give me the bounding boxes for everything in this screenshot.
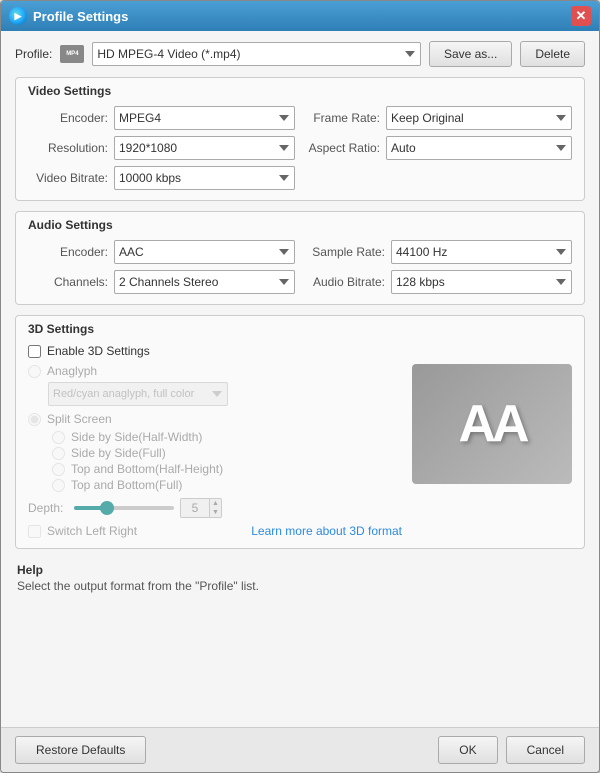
- profile-file-icon: MP4: [60, 45, 84, 63]
- help-section: Help Select the output format from the "…: [15, 559, 585, 597]
- resolution-label: Resolution:: [28, 141, 108, 155]
- anaglyph-row: Anaglyph: [28, 364, 402, 378]
- audio-settings-title: Audio Settings: [28, 218, 572, 232]
- 3d-settings-section: 3D Settings Enable 3D Settings Anaglyph …: [15, 315, 585, 549]
- close-button[interactable]: ✕: [571, 6, 591, 26]
- channels-label: Channels:: [28, 275, 108, 289]
- aspect-ratio-row: Aspect Ratio: Auto 16:9 4:3 1:1: [305, 136, 572, 160]
- switch-row: Switch Left Right Learn more about 3D fo…: [28, 524, 402, 538]
- switch-left-right-checkbox[interactable]: [28, 525, 41, 538]
- ok-button[interactable]: OK: [438, 736, 497, 764]
- window-icon: ▶: [9, 7, 27, 25]
- window-title: Profile Settings: [33, 9, 571, 24]
- frame-rate-label: Frame Rate:: [305, 111, 380, 125]
- frame-rate-row: Frame Rate: Keep Original 23.976 24 25 2…: [305, 106, 572, 130]
- encoder-select[interactable]: MPEG4 H.264 H.265: [114, 106, 295, 130]
- aspect-ratio-label: Aspect Ratio:: [305, 141, 380, 155]
- enable-3d-row: Enable 3D Settings: [28, 344, 572, 358]
- audio-encoder-select[interactable]: AAC MP3 AC3: [114, 240, 295, 264]
- profile-select[interactable]: HD MPEG-4 Video (*.mp4) SD MPEG-4 Video …: [92, 42, 421, 66]
- depth-down-button[interactable]: ▼: [210, 508, 221, 517]
- encoder-label: Encoder:: [28, 111, 108, 125]
- sample-rate-label: Sample Rate:: [305, 245, 385, 259]
- aspect-ratio-select[interactable]: Auto 16:9 4:3 1:1: [386, 136, 572, 160]
- switch-left-right-label[interactable]: Switch Left Right: [47, 524, 137, 538]
- depth-up-button[interactable]: ▲: [210, 499, 221, 508]
- top-bottom-half-row: Top and Bottom(Half-Height): [52, 462, 402, 476]
- side-by-side-half-radio[interactable]: [52, 431, 65, 444]
- 3d-settings-title: 3D Settings: [28, 322, 572, 336]
- depth-label: Depth:: [28, 501, 68, 515]
- channels-row: Channels: 2 Channels Stereo 1 Channel Mo…: [28, 270, 295, 294]
- channels-select[interactable]: 2 Channels Stereo 1 Channel Mono 5.1 Cha…: [114, 270, 295, 294]
- audio-bitrate-label: Audio Bitrate:: [305, 275, 385, 289]
- footer-right: OK Cancel: [438, 736, 585, 764]
- anaglyph-label[interactable]: Anaglyph: [47, 364, 97, 378]
- learn-more-link[interactable]: Learn more about 3D format: [143, 524, 402, 538]
- content-area: Profile: MP4 HD MPEG-4 Video (*.mp4) SD …: [1, 31, 599, 727]
- video-settings-grid: Encoder: MPEG4 H.264 H.265 Frame Rate: K…: [28, 106, 572, 190]
- profile-label: Profile:: [15, 47, 52, 61]
- video-bitrate-label: Video Bitrate:: [28, 171, 108, 185]
- top-bottom-full-row: Top and Bottom(Full): [52, 478, 402, 492]
- split-screen-row: Split Screen: [28, 412, 402, 426]
- depth-value: 5: [181, 500, 209, 516]
- resolution-select[interactable]: 1920*1080 1280*720 854*480 640*360: [114, 136, 295, 160]
- audio-settings-grid: Encoder: AAC MP3 AC3 Sample Rate: 44100 …: [28, 240, 572, 294]
- anaglyph-radio[interactable]: [28, 365, 41, 378]
- 3d-preview-box: AA: [412, 364, 572, 484]
- depth-spinner[interactable]: ▲ ▼: [209, 499, 221, 517]
- help-title: Help: [17, 563, 583, 577]
- enable-3d-label[interactable]: Enable 3D Settings: [47, 344, 150, 358]
- audio-encoder-row: Encoder: AAC MP3 AC3: [28, 240, 295, 264]
- enable-3d-checkbox[interactable]: [28, 345, 41, 358]
- resolution-row: Resolution: 1920*1080 1280*720 854*480 6…: [28, 136, 295, 160]
- video-settings-title: Video Settings: [28, 84, 572, 98]
- preview-text: AA: [458, 394, 525, 454]
- save-as-button[interactable]: Save as...: [429, 41, 512, 67]
- 3d-controls: Anaglyph Red/cyan anaglyph, full color S…: [28, 364, 402, 538]
- footer: Restore Defaults OK Cancel: [1, 727, 599, 772]
- profile-row: Profile: MP4 HD MPEG-4 Video (*.mp4) SD …: [15, 41, 585, 67]
- video-settings-section: Video Settings Encoder: MPEG4 H.264 H.26…: [15, 77, 585, 201]
- side-by-side-full-row: Side by Side(Full): [52, 446, 402, 460]
- side-by-side-half-row: Side by Side(Half-Width): [52, 430, 402, 444]
- split-screen-label[interactable]: Split Screen: [47, 412, 112, 426]
- profile-settings-window: ▶ Profile Settings ✕ Profile: MP4 HD MPE…: [0, 0, 600, 773]
- top-bottom-half-radio[interactable]: [52, 463, 65, 476]
- title-bar: ▶ Profile Settings ✕: [1, 1, 599, 31]
- footer-left: Restore Defaults: [15, 736, 438, 764]
- video-bitrate-select[interactable]: 10000 kbps 8000 kbps 6000 kbps 4000 kbps: [114, 166, 295, 190]
- help-text: Select the output format from the "Profi…: [17, 579, 583, 593]
- audio-settings-section: Audio Settings Encoder: AAC MP3 AC3 Samp…: [15, 211, 585, 305]
- frame-rate-select[interactable]: Keep Original 23.976 24 25 29.97 30: [386, 106, 572, 130]
- side-by-side-full-radio[interactable]: [52, 447, 65, 460]
- top-bottom-full-radio[interactable]: [52, 479, 65, 492]
- depth-slider[interactable]: [74, 506, 174, 510]
- anaglyph-select[interactable]: Red/cyan anaglyph, full color: [48, 382, 228, 406]
- depth-row: Depth: 5 ▲ ▼: [28, 498, 402, 518]
- restore-defaults-button[interactable]: Restore Defaults: [15, 736, 146, 764]
- audio-bitrate-row: Audio Bitrate: 128 kbps 192 kbps 256 kbp…: [305, 270, 572, 294]
- depth-value-box: 5 ▲ ▼: [180, 498, 222, 518]
- encoder-row: Encoder: MPEG4 H.264 H.265: [28, 106, 295, 130]
- sample-rate-row: Sample Rate: 44100 Hz 22050 Hz 11025 Hz: [305, 240, 572, 264]
- sample-rate-select[interactable]: 44100 Hz 22050 Hz 11025 Hz: [391, 240, 572, 264]
- split-screen-suboptions: Side by Side(Half-Width) Side by Side(Fu…: [52, 430, 402, 492]
- split-screen-radio[interactable]: [28, 413, 41, 426]
- video-bitrate-row: Video Bitrate: 10000 kbps 8000 kbps 6000…: [28, 166, 295, 190]
- audio-encoder-label: Encoder:: [28, 245, 108, 259]
- audio-bitrate-select[interactable]: 128 kbps 192 kbps 256 kbps 320 kbps: [391, 270, 572, 294]
- delete-button[interactable]: Delete: [520, 41, 585, 67]
- 3d-body: Anaglyph Red/cyan anaglyph, full color S…: [28, 364, 572, 538]
- cancel-button[interactable]: Cancel: [506, 736, 585, 764]
